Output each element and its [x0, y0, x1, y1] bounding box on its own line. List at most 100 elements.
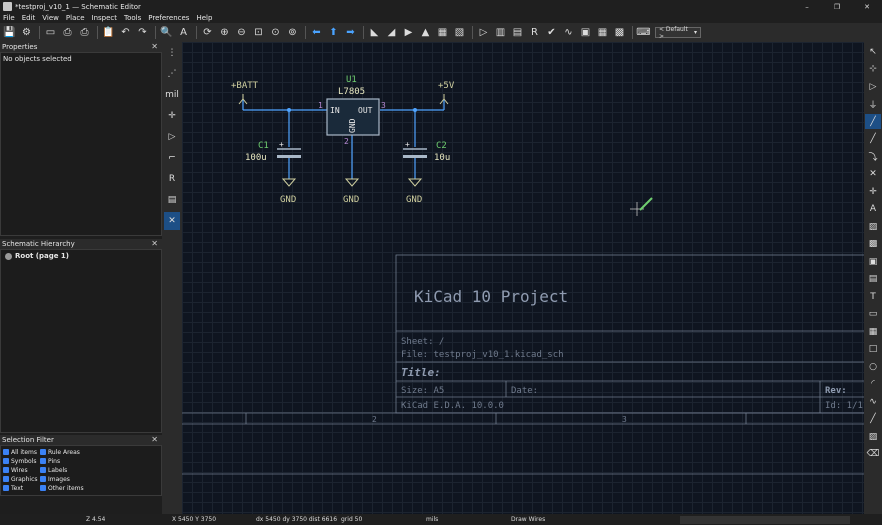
scripting-icon[interactable]: ⌨: [636, 25, 651, 40]
global-label-icon[interactable]: ▩: [865, 237, 881, 252]
symbol-editor-icon[interactable]: ▷: [476, 25, 491, 40]
units-toggle[interactable]: mil: [164, 86, 180, 104]
filter-labels[interactable]: Labels: [40, 466, 100, 474]
close-icon[interactable]: ✕: [151, 435, 158, 444]
menu-preferences[interactable]: Preferences: [148, 14, 189, 22]
filter-rule-areas[interactable]: Rule Areas: [40, 448, 100, 456]
sheet-pin-icon[interactable]: ▤: [865, 272, 881, 287]
menu-place[interactable]: Place: [66, 14, 85, 22]
checkbox-checked-icon[interactable]: [3, 485, 9, 491]
zoom-dropdown[interactable]: < Default > ▾: [655, 26, 701, 40]
close-icon[interactable]: ✕: [151, 42, 158, 51]
annotation-icon[interactable]: R: [164, 170, 180, 188]
zoom-in-icon[interactable]: ⊕: [217, 25, 232, 40]
erc-icon[interactable]: ✔: [544, 25, 559, 40]
print-icon[interactable]: ⎙: [60, 25, 75, 40]
board-editor-icon[interactable]: ▩: [612, 25, 627, 40]
schematic-canvas[interactable]: 2 3 KiCad 10 Project Sheet: / File: test…: [182, 42, 864, 514]
navigate-up-icon[interactable]: ⬆: [326, 25, 341, 40]
filter-pins[interactable]: Pins: [40, 457, 100, 465]
line-icon[interactable]: ╱: [865, 412, 881, 427]
mirror-vertical-icon[interactable]: ▶: [401, 25, 416, 40]
find-icon[interactable]: 🔍: [159, 25, 174, 40]
checkbox-checked-icon[interactable]: [40, 485, 46, 491]
bus-entry-icon[interactable]: ⤵: [865, 149, 881, 164]
simulator-icon[interactable]: ∿: [561, 25, 576, 40]
checkbox-checked-icon[interactable]: [3, 449, 9, 455]
paste-icon[interactable]: 📋: [101, 25, 116, 40]
filter-symbols[interactable]: Symbols: [3, 457, 40, 465]
cursor-crosshair-icon[interactable]: ✛: [164, 107, 180, 125]
redo-icon[interactable]: ↷: [135, 25, 150, 40]
zoom-selection-icon[interactable]: ⊚: [285, 25, 300, 40]
symbol-library-icon[interactable]: ▥: [493, 25, 508, 40]
bom-icon[interactable]: ▦: [595, 25, 610, 40]
grid-overrides-icon[interactable]: ⋰: [164, 65, 180, 83]
page-settings-icon[interactable]: ▭: [43, 25, 58, 40]
rotate-ccw-icon[interactable]: ◣: [367, 25, 382, 40]
rotate-cw-icon[interactable]: ◢: [384, 25, 399, 40]
menu-help[interactable]: Help: [196, 14, 212, 22]
schematic-drawing[interactable]: 2 3 KiCad 10 Project Sheet: / File: test…: [182, 42, 864, 514]
highlight-net-icon[interactable]: ⊹: [865, 62, 881, 77]
maximize-button[interactable]: ❐: [822, 0, 852, 13]
checkbox-checked-icon[interactable]: [40, 467, 46, 473]
undo-icon[interactable]: ↶: [118, 25, 133, 40]
show-pins-icon[interactable]: ▷: [164, 128, 180, 146]
zoom-objects-icon[interactable]: ⊙: [268, 25, 283, 40]
bezier-icon[interactable]: ∿: [865, 394, 881, 409]
filter-graphics[interactable]: Graphics: [3, 475, 40, 483]
delete-icon[interactable]: ⌫: [865, 447, 881, 462]
ungroup-icon[interactable]: ▧: [452, 25, 467, 40]
circle-icon[interactable]: ○: [865, 359, 881, 374]
add-wire-icon[interactable]: ╱: [865, 114, 881, 129]
mirror-horizontal-icon[interactable]: ▲: [418, 25, 433, 40]
net-label-icon[interactable]: A: [865, 202, 881, 217]
line-mode-icon[interactable]: ⌐: [164, 149, 180, 167]
close-icon[interactable]: ✕: [151, 239, 158, 248]
navigate-back-icon[interactable]: ⬅: [309, 25, 324, 40]
checkbox-checked-icon[interactable]: [3, 476, 9, 482]
checkbox-checked-icon[interactable]: [40, 458, 46, 464]
schematic-setup-icon[interactable]: ⚙: [19, 25, 34, 40]
rectangle-icon[interactable]: □: [865, 342, 881, 357]
hierarchy-navigator-icon[interactable]: ▤: [164, 191, 180, 209]
refresh-icon[interactable]: ⟳: [200, 25, 215, 40]
properties-toggle-icon[interactable]: ✕: [164, 212, 180, 230]
arc-icon[interactable]: ◜: [865, 377, 881, 392]
group-icon[interactable]: ▦: [435, 25, 450, 40]
annotate-icon[interactable]: R: [527, 25, 542, 40]
menu-inspect[interactable]: Inspect: [92, 14, 118, 22]
menu-tools[interactable]: Tools: [124, 14, 141, 22]
checkbox-checked-icon[interactable]: [3, 467, 9, 473]
filter-wires[interactable]: Wires: [3, 466, 40, 474]
filter-text[interactable]: Text: [3, 484, 40, 492]
text-box-icon[interactable]: ▭: [865, 307, 881, 322]
hier-label-icon[interactable]: ▣: [865, 254, 881, 269]
image-icon[interactable]: ▨: [865, 429, 881, 444]
menu-edit[interactable]: Edit: [22, 14, 36, 22]
text-icon[interactable]: T: [865, 289, 881, 304]
plot-icon[interactable]: ⎙: [77, 25, 92, 40]
junction-icon[interactable]: ✛: [865, 184, 881, 199]
add-power-icon[interactable]: ⏚: [865, 97, 881, 112]
add-symbol-icon[interactable]: ▷: [865, 79, 881, 94]
select-icon[interactable]: ↖: [865, 44, 881, 59]
save-icon[interactable]: 💾: [2, 25, 17, 40]
assign-footprints-icon[interactable]: ▣: [578, 25, 593, 40]
minimize-button[interactable]: –: [792, 0, 822, 13]
grid-icon[interactable]: ⋮: [164, 44, 180, 62]
filter-other-items[interactable]: Other items: [40, 484, 100, 492]
menu-view[interactable]: View: [42, 14, 59, 22]
filter-all-items[interactable]: All items: [3, 448, 40, 456]
add-bus-icon[interactable]: ╱: [865, 132, 881, 147]
no-connect-icon[interactable]: ✕: [865, 167, 881, 182]
table-icon[interactable]: ▦: [865, 324, 881, 339]
filter-images[interactable]: Images: [40, 475, 100, 483]
navigate-forward-icon[interactable]: ➡: [343, 25, 358, 40]
menu-file[interactable]: File: [3, 14, 15, 22]
class-directive-icon[interactable]: ▨: [865, 219, 881, 234]
footprint-library-icon[interactable]: ▤: [510, 25, 525, 40]
checkbox-checked-icon[interactable]: [3, 458, 9, 464]
zoom-fit-icon[interactable]: ⊡: [251, 25, 266, 40]
